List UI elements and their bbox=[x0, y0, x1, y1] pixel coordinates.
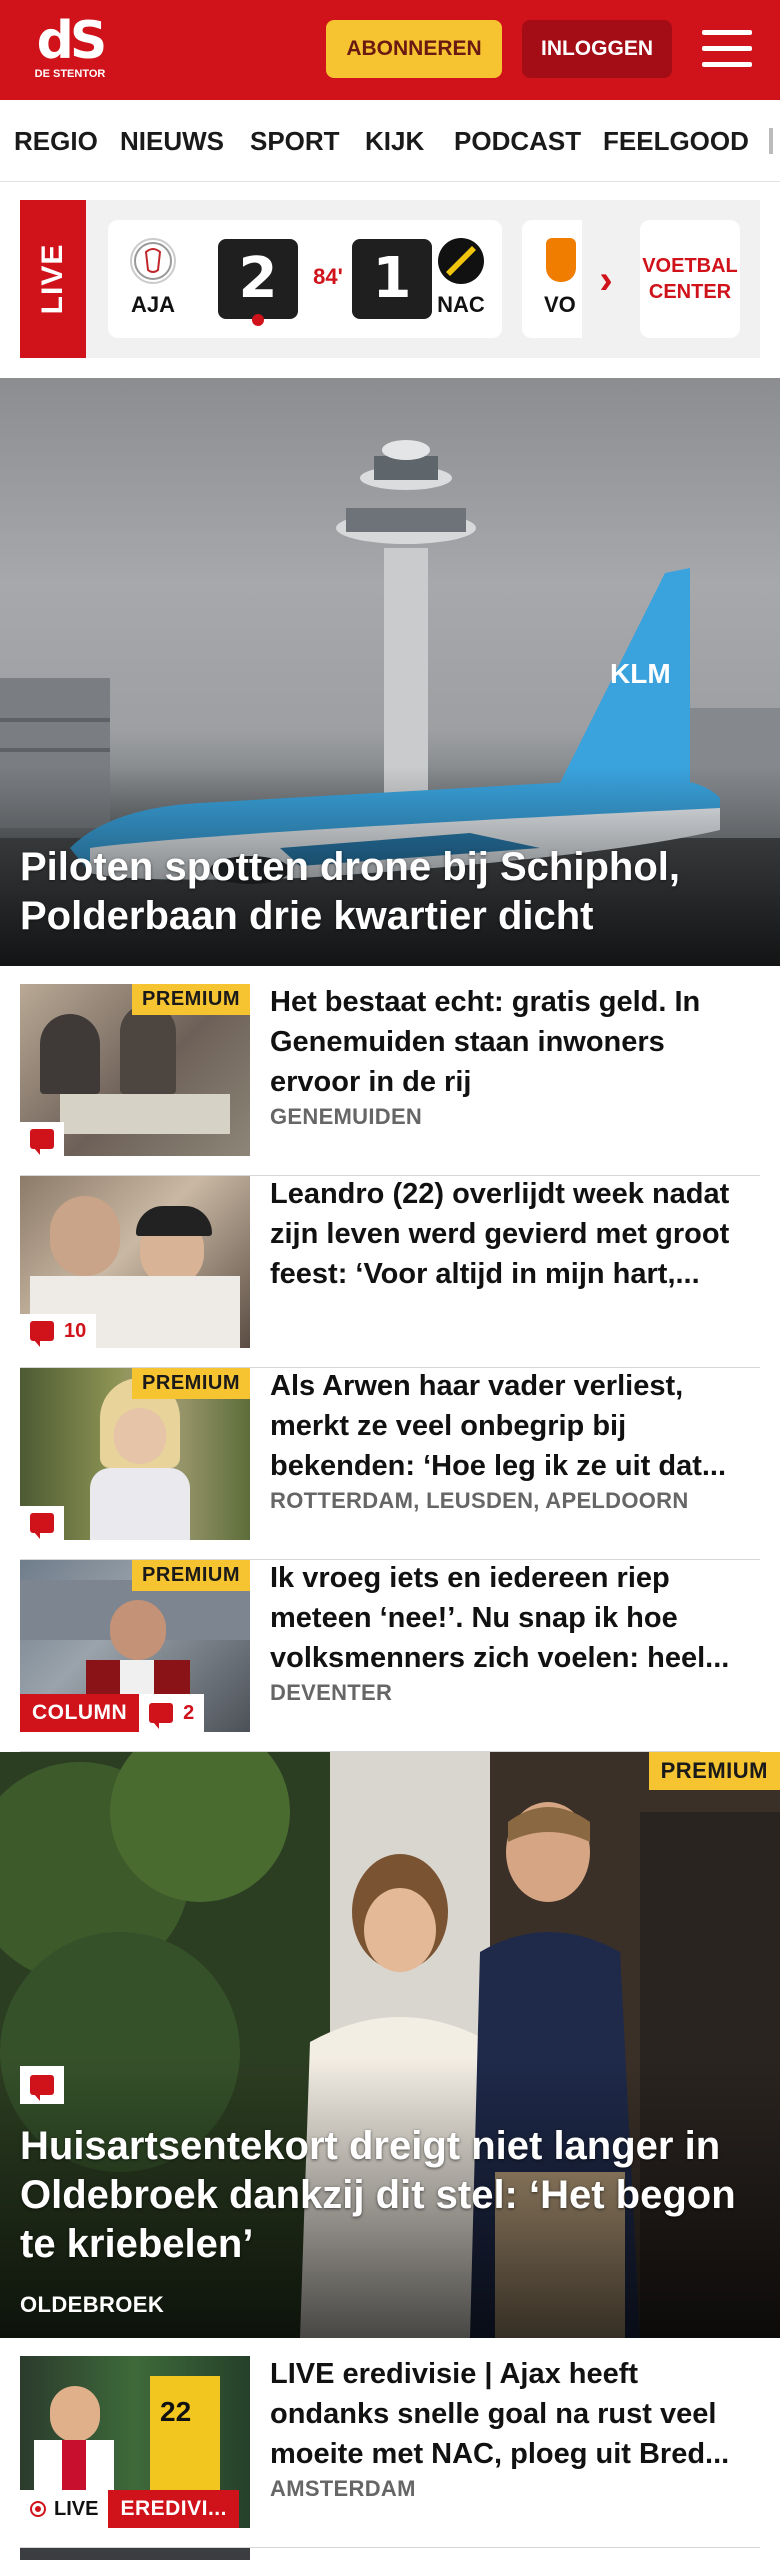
nav-item-nieuws[interactable]: NIEUWS bbox=[120, 100, 224, 181]
home-score: 2 bbox=[218, 239, 298, 319]
article-badges: COLUMN 2 bbox=[20, 1694, 205, 1732]
goal-indicator-dot bbox=[252, 314, 264, 326]
match-minute: 84' bbox=[313, 264, 343, 289]
comment-icon bbox=[149, 1703, 174, 1729]
chevron-right-icon[interactable]: › bbox=[586, 260, 626, 300]
nav-overflow-edge bbox=[769, 128, 773, 154]
comment-badge[interactable] bbox=[20, 2066, 64, 2104]
feature-article[interactable]: PREMIUM Huisartsentekort dreigt niet lan… bbox=[0, 1752, 780, 2338]
next-team-logo-icon bbox=[546, 238, 576, 282]
article-title[interactable]: Het bestaat echt: gratis geld. In Genemu… bbox=[270, 982, 760, 1102]
article-badges: LIVE EREDIVI... bbox=[20, 2490, 239, 2528]
logo-mark: dS bbox=[36, 11, 108, 71]
comment-count: 2 bbox=[183, 1701, 195, 1724]
article-item[interactable]: 10 Leandro (22) overlijdt week nadat zij… bbox=[20, 1176, 760, 1368]
hamburger-menu-icon[interactable] bbox=[702, 28, 752, 70]
comment-badge[interactable]: 10 bbox=[20, 1314, 97, 1348]
article-title[interactable]: Ik vroeg iets en iedereen riep meteen ‘n… bbox=[270, 1558, 760, 1678]
nav-item-kijk[interactable]: KIJK bbox=[365, 100, 424, 181]
article-item[interactable]: PREMIUM COLUMN 2 Ik vroeg iets en iedere… bbox=[20, 1560, 760, 1752]
next-match-card[interactable]: VO bbox=[522, 220, 582, 338]
comment-icon bbox=[30, 2075, 54, 2101]
article-title[interactable]: LIVE eredivisie | Ajax heeft ondanks sne… bbox=[270, 2354, 760, 2474]
next-article-peek bbox=[20, 2548, 250, 2560]
live-badge: LIVE bbox=[20, 2490, 109, 2528]
article-title[interactable]: Als Arwen haar vader verliest, merkt ze … bbox=[270, 1366, 760, 1486]
live-tag: LIVE bbox=[20, 200, 86, 358]
article-thumbnail: 22 LIVE EREDIVI... bbox=[20, 2356, 250, 2528]
away-score: 1 bbox=[352, 239, 432, 319]
hero-article[interactable]: KLM Piloten spotten drone bij Schiphol, … bbox=[0, 378, 780, 966]
article-item[interactable]: PREMIUM Als Arwen haar vader verliest, m… bbox=[20, 1368, 760, 1560]
premium-badge: PREMIUM bbox=[132, 984, 250, 1015]
voetbal-center-line2: CENTER bbox=[648, 281, 732, 303]
premium-badge: PREMIUM bbox=[132, 1560, 250, 1591]
article-location: ROTTERDAM, LEUSDEN, APELDOORN bbox=[270, 1488, 689, 1513]
site-logo[interactable]: dS DE STENTOR bbox=[28, 12, 112, 92]
klm-tail-text: KLM bbox=[610, 658, 671, 689]
comment-badge[interactable] bbox=[20, 1506, 64, 1540]
article-location: GENEMUIDEN bbox=[270, 1104, 423, 1129]
home-team-name: AJA bbox=[130, 292, 175, 317]
live-dot-icon bbox=[30, 2501, 46, 2517]
column-badge: COLUMN bbox=[20, 1694, 140, 1732]
site-header: dS DE STENTOR ABONNEREN INLOGGEN bbox=[0, 0, 780, 100]
nav-item-feelgood[interactable]: FEELGOOD bbox=[603, 100, 749, 181]
comment-icon bbox=[30, 1321, 54, 1347]
nav-item-podcast[interactable]: PODCAST bbox=[454, 100, 581, 181]
subscribe-button[interactable]: ABONNEREN bbox=[326, 20, 502, 78]
article-thumbnail: PREMIUM bbox=[20, 984, 250, 1156]
nav-item-sport[interactable]: SPORT bbox=[250, 100, 340, 181]
nac-logo-icon bbox=[438, 238, 484, 284]
comment-count: 10 bbox=[64, 1319, 87, 1342]
live-tag-label: LIVE bbox=[36, 243, 69, 315]
voetbal-center-link[interactable]: VOETBAL CENTER bbox=[640, 220, 740, 338]
voetbal-center-line1: VOETBAL bbox=[642, 255, 738, 277]
comment-icon bbox=[30, 1129, 54, 1155]
live-scores-bar: LIVE AJA 2 84' 1 NAC VO › VOETBAL CENTER bbox=[20, 200, 760, 358]
next-team-name: VO bbox=[544, 292, 576, 317]
category-badge: EREDIVI... bbox=[108, 2490, 239, 2528]
match-card[interactable]: AJA 2 84' 1 NAC bbox=[108, 220, 502, 338]
premium-badge: PREMIUM bbox=[132, 1368, 250, 1399]
feature-title[interactable]: Huisartsentekort dreigt niet langer in O… bbox=[20, 2122, 760, 2269]
live-badge-label: LIVE bbox=[54, 2497, 99, 2520]
logo-subtitle: DE STENTOR bbox=[34, 68, 106, 80]
feature-location: OLDEBROEK bbox=[20, 2292, 165, 2317]
hero-title[interactable]: Piloten spotten drone bij Schiphol, Pold… bbox=[20, 843, 760, 941]
comment-icon bbox=[30, 1513, 54, 1539]
article-location: DEVENTER bbox=[270, 1680, 393, 1705]
article-thumbnail: 10 bbox=[20, 1176, 250, 1348]
premium-badge: PREMIUM bbox=[648, 1752, 780, 1790]
comment-badge[interactable]: 2 bbox=[139, 1694, 205, 1732]
comment-badge[interactable] bbox=[20, 1122, 64, 1156]
article-thumbnail: PREMIUM bbox=[20, 1368, 250, 1540]
next-article-title-peek bbox=[270, 2548, 760, 2560]
ajax-logo-icon bbox=[130, 238, 176, 284]
article-item[interactable]: 22 LIVE EREDIVI... LIVE eredivisie | Aja… bbox=[20, 2356, 760, 2548]
section-nav: REGIO NIEUWS SPORT KIJK PODCAST FEELGOOD bbox=[0, 100, 780, 182]
nav-item-regio[interactable]: REGIO bbox=[14, 100, 98, 181]
login-button[interactable]: INLOGGEN bbox=[522, 20, 672, 78]
away-team-name: NAC bbox=[437, 292, 485, 317]
article-title[interactable]: Leandro (22) overlijdt week nadat zijn l… bbox=[270, 1174, 760, 1294]
article-item[interactable]: PREMIUM Het bestaat echt: gratis geld. I… bbox=[20, 984, 760, 1176]
article-thumbnail: PREMIUM COLUMN 2 bbox=[20, 1560, 250, 1732]
article-location: AMSTERDAM bbox=[270, 2476, 416, 2501]
